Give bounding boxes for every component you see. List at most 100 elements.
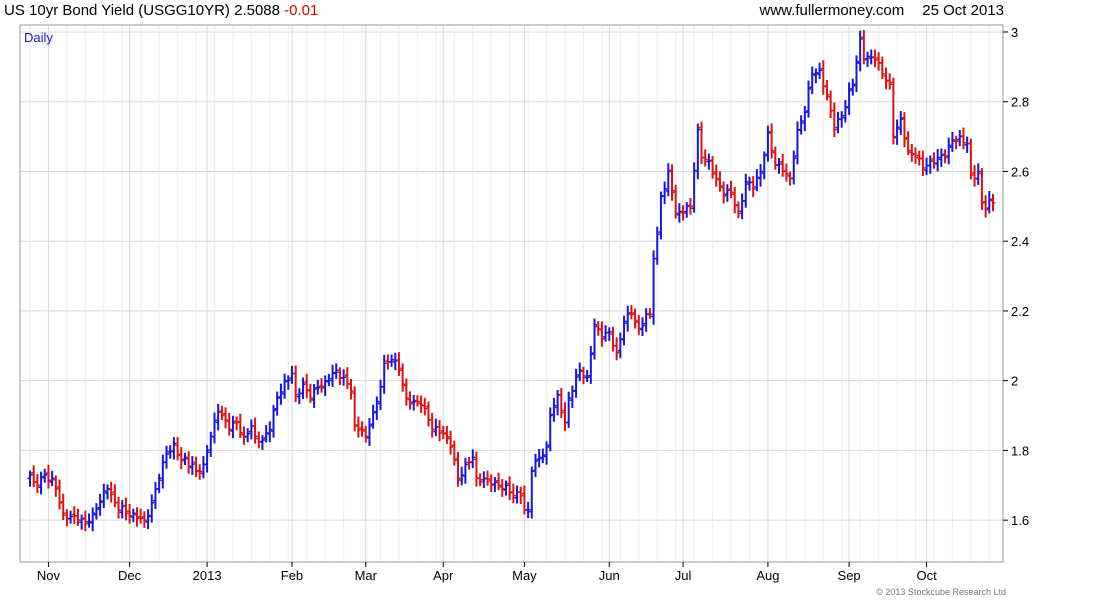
ohlc-bar [141, 511, 147, 528]
ohlc-bar [193, 456, 199, 478]
ohlc-bar [208, 431, 214, 458]
ohlc-bar [532, 453, 538, 478]
ohlc-bar [514, 485, 520, 504]
ohlc-bar [230, 415, 236, 439]
ohlc-bar [610, 326, 616, 352]
ohlc-bar [890, 77, 896, 145]
ohlc-bar [710, 156, 716, 179]
x-tick-label: 2013 [193, 568, 222, 583]
ohlc-bar [592, 318, 598, 360]
ohlc-bar [315, 379, 321, 395]
ohlc-bar [924, 157, 930, 175]
ohlc-bar [813, 68, 819, 84]
x-tick-label: May [512, 568, 537, 583]
ohlc-bar [101, 483, 107, 508]
ohlc-bar [330, 364, 336, 387]
ohlc-bar [588, 345, 594, 384]
ohlc-bar [658, 191, 664, 240]
ohlc-bar [79, 514, 85, 530]
ohlc-bar [34, 474, 40, 494]
ohlc-bar [562, 402, 568, 431]
ohlc-bar [156, 473, 162, 494]
ohlc-bar [189, 455, 195, 475]
ohlc-bar [186, 451, 192, 474]
ohlc-bar [651, 250, 657, 325]
x-tick-label: Oct [916, 568, 937, 583]
ohlc-bar [625, 305, 631, 332]
ohlc-bar [57, 479, 63, 510]
period-label: Daily [24, 30, 53, 45]
ohlc-bar [820, 60, 826, 95]
ohlc-bar [665, 163, 671, 197]
ohlc-bar [455, 451, 461, 487]
ohlc-bar [743, 173, 749, 208]
ohlc-bar [112, 484, 118, 508]
ohlc-bar [200, 456, 206, 479]
ohlc-bar [617, 332, 623, 359]
ohlc-bar [831, 102, 837, 138]
ohlc-bar [846, 82, 852, 115]
y-tick-label: 1.8 [1011, 443, 1029, 458]
ohlc-bar [344, 367, 350, 389]
price-bars [27, 30, 996, 532]
ohlc-bar [979, 168, 985, 211]
x-tick-label: Feb [281, 568, 303, 583]
ohlc-bar [909, 143, 915, 162]
ohlc-bar [31, 465, 37, 488]
ohlc-bar [566, 391, 572, 428]
ohlc-bar [636, 314, 642, 336]
y-tick-label: 2.4 [1011, 234, 1029, 249]
ohlc-bar [304, 373, 310, 399]
ohlc-bar [425, 401, 431, 427]
ohlc-bar [49, 470, 55, 487]
ohlc-bar [370, 404, 376, 429]
ohlc-bar [621, 315, 627, 346]
ohlc-bar [898, 111, 904, 136]
ohlc-bar [735, 201, 741, 219]
ohlc-bar [817, 62, 823, 79]
ohlc-bar [359, 421, 365, 437]
ohlc-bar [392, 352, 398, 371]
ohlc-bar [407, 391, 413, 410]
y-tick-label: 2 [1011, 374, 1018, 389]
ohlc-bar [724, 184, 730, 202]
ohlc-bar [104, 484, 110, 500]
ohlc-bar [946, 137, 952, 165]
ohlc-bar [256, 431, 262, 449]
ohlc-bar [573, 368, 579, 398]
ohlc-bar [599, 321, 605, 347]
ohlc-bar [211, 412, 217, 444]
ohlc-bar [728, 180, 734, 199]
ohlc-bar [639, 317, 645, 337]
ohlc-bar [551, 397, 557, 422]
ohlc-bar [116, 496, 122, 519]
ohlc-bar [669, 164, 675, 201]
ohlc-bar [64, 509, 70, 527]
ohlc-bar [953, 135, 959, 150]
ohlc-bar [713, 164, 719, 187]
ohlc-bar [252, 417, 258, 444]
ohlc-bar [684, 202, 690, 218]
x-tick-label: Apr [433, 568, 454, 583]
ohlc-bar [569, 385, 575, 408]
ohlc-bar [798, 115, 804, 135]
ohlc-bar [739, 193, 745, 220]
ohlc-bar [643, 308, 649, 332]
y-axis: 1.6 1.8 2 2.2 2.4 2.6 2.8 3 [1003, 25, 1029, 528]
ohlc-bar [758, 164, 764, 187]
ohlc-bar [529, 466, 535, 519]
ohlc-bar [38, 471, 44, 495]
ohlc-bar [555, 389, 561, 416]
x-tick-label: Nov [37, 568, 61, 583]
ohlc-bar [632, 308, 638, 329]
y-tick-label: 2.6 [1011, 164, 1029, 179]
y-tick-label: 1.6 [1011, 513, 1029, 528]
ohlc-bar [403, 378, 409, 406]
ohlc-bar [296, 388, 302, 405]
ohlc-bar [71, 506, 77, 525]
ohlc-bar [975, 163, 981, 185]
ohlc-bar [876, 52, 882, 71]
ohlc-bar [802, 105, 808, 132]
grid [20, 25, 1003, 562]
x-tick-label: Mar [355, 568, 378, 583]
